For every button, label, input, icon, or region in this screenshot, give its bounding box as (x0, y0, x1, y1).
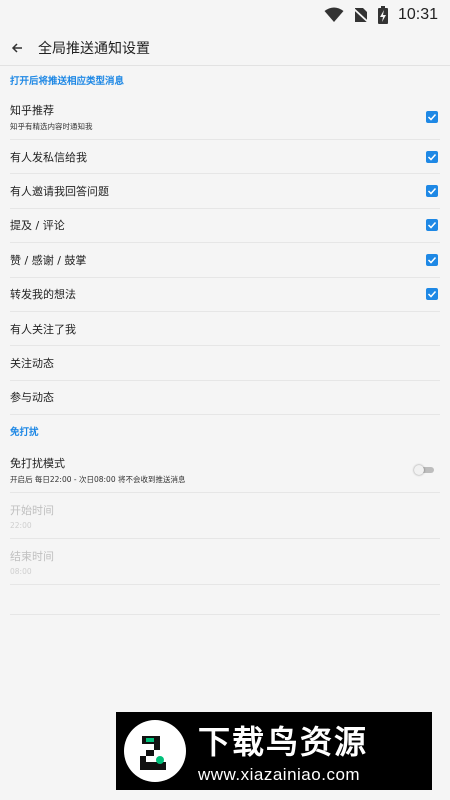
status-bar: 10:31 (0, 0, 450, 30)
setting-label: 有人关注了我 (10, 322, 76, 336)
setting-label: 有人发私信给我 (10, 150, 87, 164)
setting-value: 08:00 (10, 566, 32, 576)
setting-row-like-thanks[interactable]: 赞 / 感谢 / 鼓掌 (10, 243, 440, 278)
checkbox-checked[interactable] (426, 185, 438, 198)
setting-row-repost-pin[interactable]: 转发我的想法 (10, 278, 440, 312)
section-header-dnd: 免打扰 (10, 427, 39, 439)
setting-value: 22:00 (10, 520, 32, 530)
list-spacer (10, 585, 440, 616)
app-bar: 全局推送通知设置 (0, 30, 450, 66)
section-header-notify: 打开后将推送相应类型消息 (10, 76, 125, 87)
battery-charging-icon (377, 6, 388, 24)
setting-row-new-follower[interactable]: 有人关注了我 (10, 312, 440, 347)
setting-label: 知乎推荐 (10, 103, 54, 117)
checkbox-checked[interactable] (426, 219, 438, 232)
page-title: 全局推送通知设置 (38, 40, 150, 57)
setting-label: 有人邀请我回答问题 (10, 185, 109, 199)
setting-row-dnd-mode[interactable]: 免打扰模式 开启后 每日22:00 - 次日08:00 将不会收到推送消息 (10, 447, 440, 494)
checkbox-checked[interactable] (426, 288, 438, 301)
setting-label: 关注动态 (10, 357, 54, 371)
setting-label: 赞 / 感谢 / 鼓掌 (10, 253, 87, 267)
checkbox-checked[interactable] (426, 110, 438, 123)
no-sim-icon (353, 7, 368, 23)
status-time: 10:31 (397, 6, 438, 23)
wifi-icon (324, 7, 344, 23)
watermark-url: www.xiazainiao.com (198, 765, 361, 784)
setting-row-participate-activity[interactable]: 参与动态 (10, 381, 440, 416)
setting-label: 提及 / 评论 (10, 219, 65, 233)
setting-label: 参与动态 (10, 391, 54, 405)
back-arrow-icon[interactable] (0, 30, 34, 66)
checkbox-checked[interactable] (426, 150, 438, 163)
watermark-banner: 下载鸟资源 www.xiazainiao.com (116, 712, 432, 790)
setting-row-zhihu-recommend[interactable]: 知乎推荐 知乎有精选内容时通知我 (10, 94, 440, 140)
setting-label: 免打扰模式 (10, 456, 65, 470)
setting-row-end-time[interactable]: 结束时间 08:00 (10, 539, 440, 586)
bird-logo-icon (124, 720, 186, 782)
watermark-title: 下载鸟资源 (198, 723, 369, 761)
setting-row-mention-comment[interactable]: 提及 / 评论 (10, 209, 440, 244)
setting-description: 知乎有精选内容时通知我 (10, 121, 93, 131)
setting-label: 转发我的想法 (10, 288, 76, 302)
setting-label: 结束时间 (10, 549, 54, 563)
setting-row-private-message[interactable]: 有人发私信给我 (10, 140, 440, 175)
setting-description: 开启后 每日22:00 - 次日08:00 将不会收到推送消息 (10, 474, 186, 484)
dnd-toggle-switch[interactable] (414, 464, 434, 475)
setting-label: 开始时间 (10, 503, 54, 517)
setting-row-invite-answer[interactable]: 有人邀请我回答问题 (10, 174, 440, 209)
setting-row-start-time[interactable]: 开始时间 22:00 (10, 493, 440, 540)
checkbox-checked[interactable] (426, 253, 438, 266)
setting-row-follow-activity[interactable]: 关注动态 (10, 346, 440, 381)
